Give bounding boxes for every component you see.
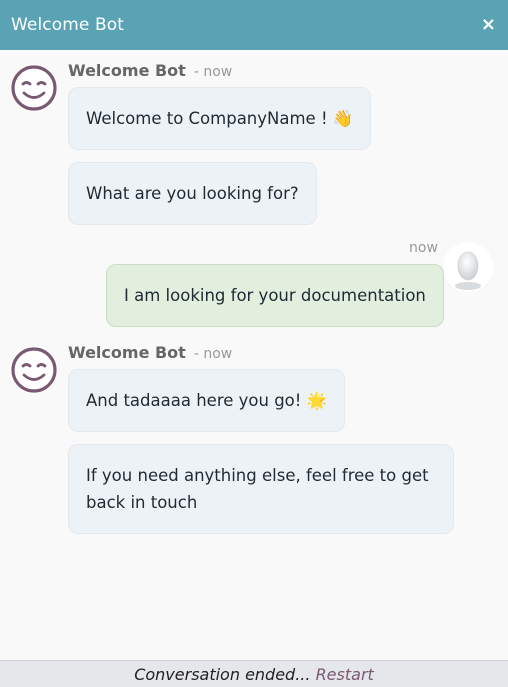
restart-link[interactable]: Restart	[316, 665, 374, 684]
message-author-line: Welcome Bot - now	[68, 343, 232, 362]
smiley-face-icon	[11, 65, 57, 111]
user-silhouette-icon	[455, 251, 481, 290]
conversation-ended-text: Conversation ended...	[134, 665, 316, 684]
bot-message-bubble: What are you looking for?	[68, 162, 317, 225]
message-text: If you need anything else, feel free to …	[86, 466, 429, 512]
conversation-footer: Conversation ended... Restart	[0, 660, 508, 687]
message-text: And tadaaaa here you go! 🌟	[86, 391, 328, 410]
message-list: Welcome Bot - now Welcome to CompanyName …	[0, 50, 508, 660]
bot-message-bubble: Welcome to CompanyName ! 👋	[68, 87, 372, 150]
message-time: - now	[193, 346, 233, 362]
message-text: I am looking for your documentation	[124, 286, 426, 305]
message-text: What are you looking for?	[86, 184, 299, 203]
bot-avatar	[10, 346, 58, 394]
message-time: - now	[193, 64, 233, 80]
user-message-bubble: I am looking for your documentation	[106, 264, 444, 327]
chat-header: Welcome Bot ×	[0, 0, 508, 50]
message-text: Welcome to CompanyName ! 👋	[86, 109, 354, 128]
bot-message-bubble: And tadaaaa here you go! 🌟	[68, 369, 346, 432]
chat-title: Welcome Bot	[11, 15, 124, 35]
bot-message-bubble: If you need anything else, feel free to …	[68, 444, 454, 534]
author-name: Welcome Bot	[68, 343, 186, 362]
bot-avatar	[10, 64, 58, 112]
user-avatar	[443, 242, 493, 292]
message-author-line: Welcome Bot - now	[68, 61, 232, 80]
smiley-face-icon	[11, 347, 57, 393]
close-icon[interactable]: ×	[481, 16, 496, 34]
message-time: now	[409, 240, 438, 256]
author-name: Welcome Bot	[68, 61, 186, 80]
